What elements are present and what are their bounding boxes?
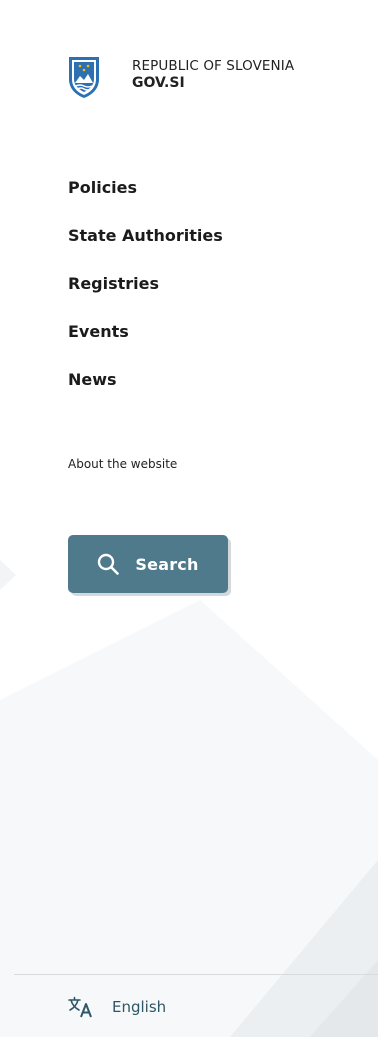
language-switcher[interactable]: English — [68, 996, 166, 1018]
nav-item-news[interactable]: News — [68, 368, 223, 392]
search-button[interactable]: Search — [68, 535, 228, 593]
nav-item-events[interactable]: Events — [68, 320, 223, 344]
nav-item-state-authorities[interactable]: State Authorities — [68, 224, 223, 248]
search-button-label: Search — [135, 554, 199, 574]
coat-of-arms-icon — [69, 57, 99, 98]
logo-site-name: GOV.SI — [132, 75, 185, 91]
logo-country-name: REPUBLIC OF SLOVENIA — [132, 58, 295, 74]
nav-item-policies[interactable]: Policies — [68, 176, 223, 200]
logo-text: REPUBLIC OF SLOVENIA GOV.SI — [132, 58, 294, 92]
main-navigation: Policies State Authorities Registries Ev… — [68, 176, 223, 416]
about-website-link[interactable]: About the website — [68, 457, 177, 471]
translate-icon — [68, 996, 92, 1018]
site-logo[interactable]: REPUBLIC OF SLOVENIA GOV.SI — [66, 55, 294, 99]
nav-item-registries[interactable]: Registries — [68, 272, 223, 296]
background-decoration — [0, 560, 378, 1037]
language-label: English — [112, 998, 167, 1016]
footer-divider — [14, 974, 378, 975]
search-icon — [98, 553, 120, 575]
